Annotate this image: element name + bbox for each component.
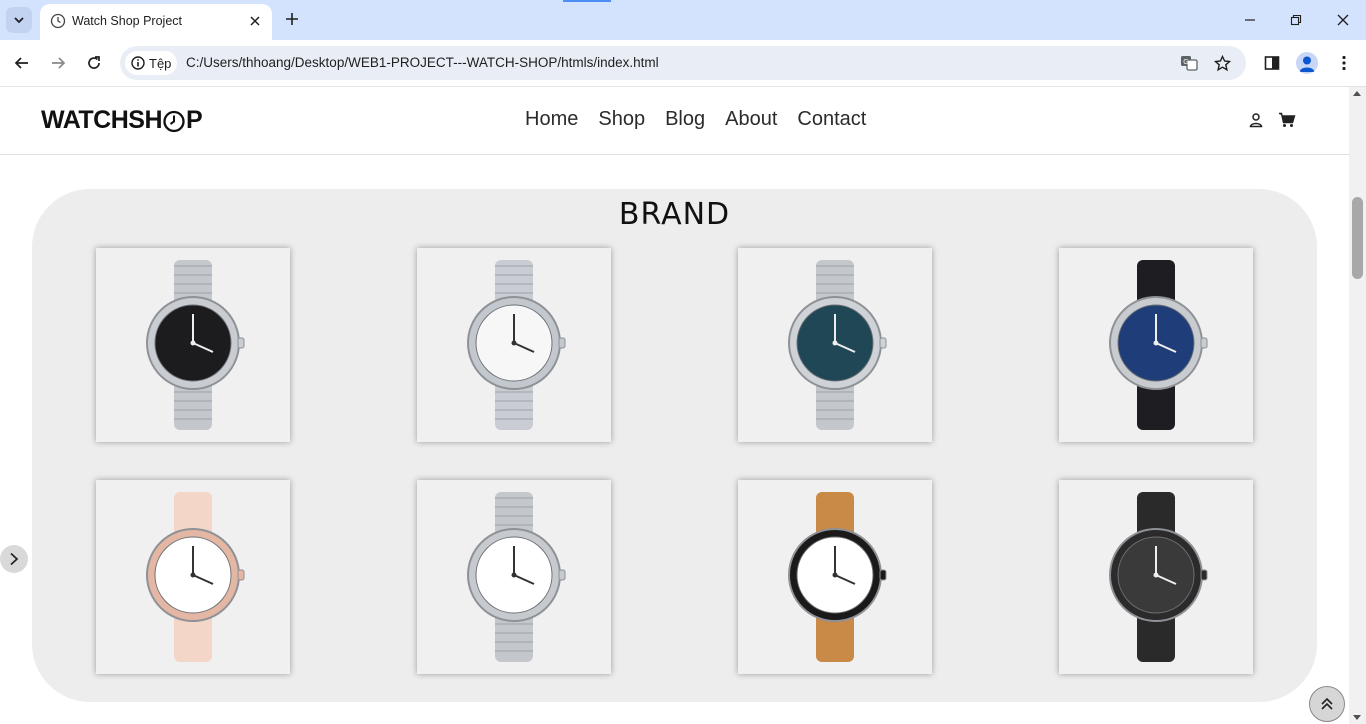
back-button[interactable] — [10, 51, 34, 75]
nav-blog[interactable]: Blog — [665, 108, 705, 131]
cart-button[interactable] — [1278, 111, 1296, 129]
account-button[interactable] — [1247, 111, 1265, 129]
page-viewport: WATCHSH P Home Shop Blog About Contact B… — [0, 87, 1349, 724]
side-panel-icon — [1264, 56, 1280, 70]
user-icon — [1249, 113, 1263, 128]
minimize-button[interactable] — [1238, 8, 1262, 32]
product-card[interactable] — [738, 248, 932, 442]
minimize-icon — [1245, 19, 1255, 21]
watch-image — [146, 260, 245, 430]
product-card[interactable] — [417, 480, 611, 674]
tab-strip-indicator — [563, 0, 611, 2]
tab-close-button[interactable] — [246, 12, 264, 30]
logo-text-end: P — [186, 106, 203, 134]
product-card[interactable] — [96, 480, 290, 674]
carousel-next-button[interactable] — [0, 545, 28, 573]
new-tab-button[interactable] — [282, 9, 302, 29]
arrow-right-icon — [52, 57, 66, 69]
bookmark-button[interactable] — [1212, 53, 1232, 73]
side-panel-button[interactable] — [1260, 51, 1284, 75]
watch-image — [1109, 492, 1208, 662]
info-icon — [131, 56, 145, 70]
person-icon — [1299, 56, 1315, 72]
restore-icon — [1290, 14, 1302, 26]
close-icon — [250, 16, 260, 26]
logo-clock-icon — [163, 110, 185, 132]
reload-button[interactable] — [82, 51, 106, 75]
close-window-button[interactable] — [1331, 8, 1355, 32]
site-chip-label: Tệp — [149, 55, 172, 71]
scroll-thumb[interactable] — [1352, 197, 1363, 279]
chevron-down-icon — [14, 17, 24, 24]
scroll-up-arrow-icon[interactable] — [1353, 91, 1361, 96]
browser-tab[interactable]: Watch Shop Project — [40, 4, 272, 40]
watch-image — [788, 260, 887, 430]
watch-image — [1109, 260, 1208, 430]
reload-icon — [88, 56, 100, 69]
nav-contact[interactable]: Contact — [797, 108, 866, 131]
plus-icon — [286, 13, 298, 25]
watch-image — [146, 492, 245, 662]
back-to-top-button[interactable] — [1309, 686, 1345, 722]
product-card[interactable] — [1059, 480, 1253, 674]
svg-text:G: G — [1183, 59, 1188, 66]
nav-shop[interactable]: Shop — [598, 108, 645, 131]
star-icon — [1213, 54, 1231, 71]
double-chevron-up-icon — [1321, 697, 1333, 710]
nav-home[interactable]: Home — [525, 108, 578, 131]
page-scrollbar[interactable] — [1349, 87, 1366, 724]
logo-text: WATCHSH — [41, 106, 163, 134]
browser-menu-button[interactable] — [1332, 51, 1356, 75]
brand-section: BRAND — [32, 189, 1317, 702]
tab-search-button[interactable] — [6, 7, 32, 33]
site-logo[interactable]: WATCHSH P — [41, 106, 203, 135]
restore-button[interactable] — [1284, 8, 1308, 32]
product-card[interactable] — [738, 480, 932, 674]
avatar — [1296, 52, 1318, 74]
site-info-chip[interactable]: Tệp — [125, 51, 177, 75]
more-vertical-icon — [1342, 55, 1346, 71]
chevron-right-icon — [10, 552, 19, 566]
close-icon — [1337, 14, 1349, 26]
tab-title: Watch Shop Project — [72, 14, 183, 28]
cart-icon — [1279, 112, 1296, 127]
product-card[interactable] — [417, 248, 611, 442]
arrow-left-icon — [14, 57, 28, 69]
browser-tab-bar: Watch Shop Project — [0, 0, 1366, 40]
nav-about[interactable]: About — [725, 108, 777, 131]
product-card[interactable] — [96, 248, 290, 442]
browser-toolbar: Tệp C:/Users/thhoang/Desktop/WEB1-PROJEC… — [0, 40, 1366, 87]
address-bar[interactable]: Tệp C:/Users/thhoang/Desktop/WEB1-PROJEC… — [120, 46, 1246, 80]
watch-image — [467, 492, 566, 662]
profile-button[interactable] — [1295, 51, 1319, 75]
main-nav: Home Shop Blog About Contact — [525, 108, 866, 131]
brand-section-title: BRAND — [618, 197, 731, 232]
product-card[interactable] — [1059, 248, 1253, 442]
translate-button[interactable]: G — [1179, 53, 1199, 73]
scroll-down-arrow-icon[interactable] — [1353, 715, 1361, 720]
clock-icon — [50, 13, 66, 29]
watch-image — [467, 260, 566, 430]
site-header: WATCHSH P Home Shop Blog About Contact — [0, 87, 1349, 155]
url-text[interactable]: C:/Users/thhoang/Desktop/WEB1-PROJECT---… — [186, 55, 659, 70]
watch-image — [788, 492, 887, 662]
forward-button[interactable] — [46, 51, 70, 75]
translate-icon: G — [1181, 56, 1198, 71]
